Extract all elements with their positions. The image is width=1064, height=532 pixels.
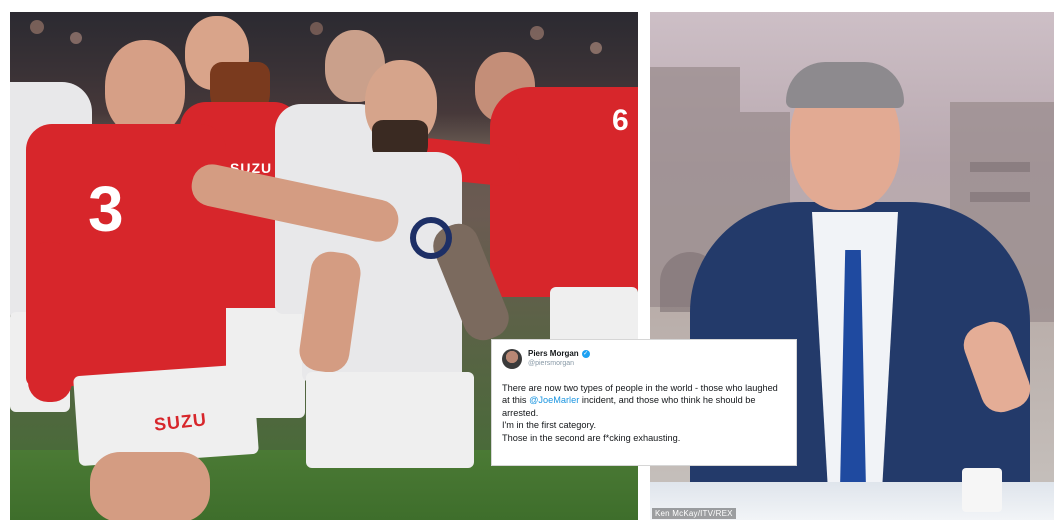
crowd-spectator — [310, 22, 323, 35]
tweet-card: Piers Morgan ✓ @piersmorgan There are no… — [491, 339, 797, 466]
tweet-line: I'm in the first category. — [502, 420, 597, 431]
tweet-display-name[interactable]: Piers Morgan — [528, 349, 579, 359]
tweet-line: Those in the second are f*cking exhausti… — [502, 432, 681, 443]
tweet-handle[interactable]: @piersmorgan — [528, 359, 590, 369]
crowd-spectator — [530, 26, 544, 40]
jersey-number-front: 3 — [88, 173, 124, 245]
crowd-spectator — [30, 20, 44, 34]
crowd-spectator — [70, 32, 82, 44]
mention-link[interactable]: @JoeMarler — [529, 395, 579, 405]
tweet-text: There are now two types of people in the… — [502, 382, 786, 444]
tweet-header: Piers Morgan ✓ @piersmorgan — [502, 348, 786, 370]
mug — [962, 468, 1002, 512]
sponsor-logo-o2 — [410, 217, 452, 259]
verified-badge-icon: ✓ — [581, 350, 590, 358]
crowd-spectator — [590, 42, 602, 54]
avatar[interactable] — [502, 349, 522, 369]
jersey-number-right: 6 — [612, 104, 629, 137]
photo-credit: Ken McKay/ITV/REX — [652, 508, 736, 519]
hair — [786, 62, 904, 108]
